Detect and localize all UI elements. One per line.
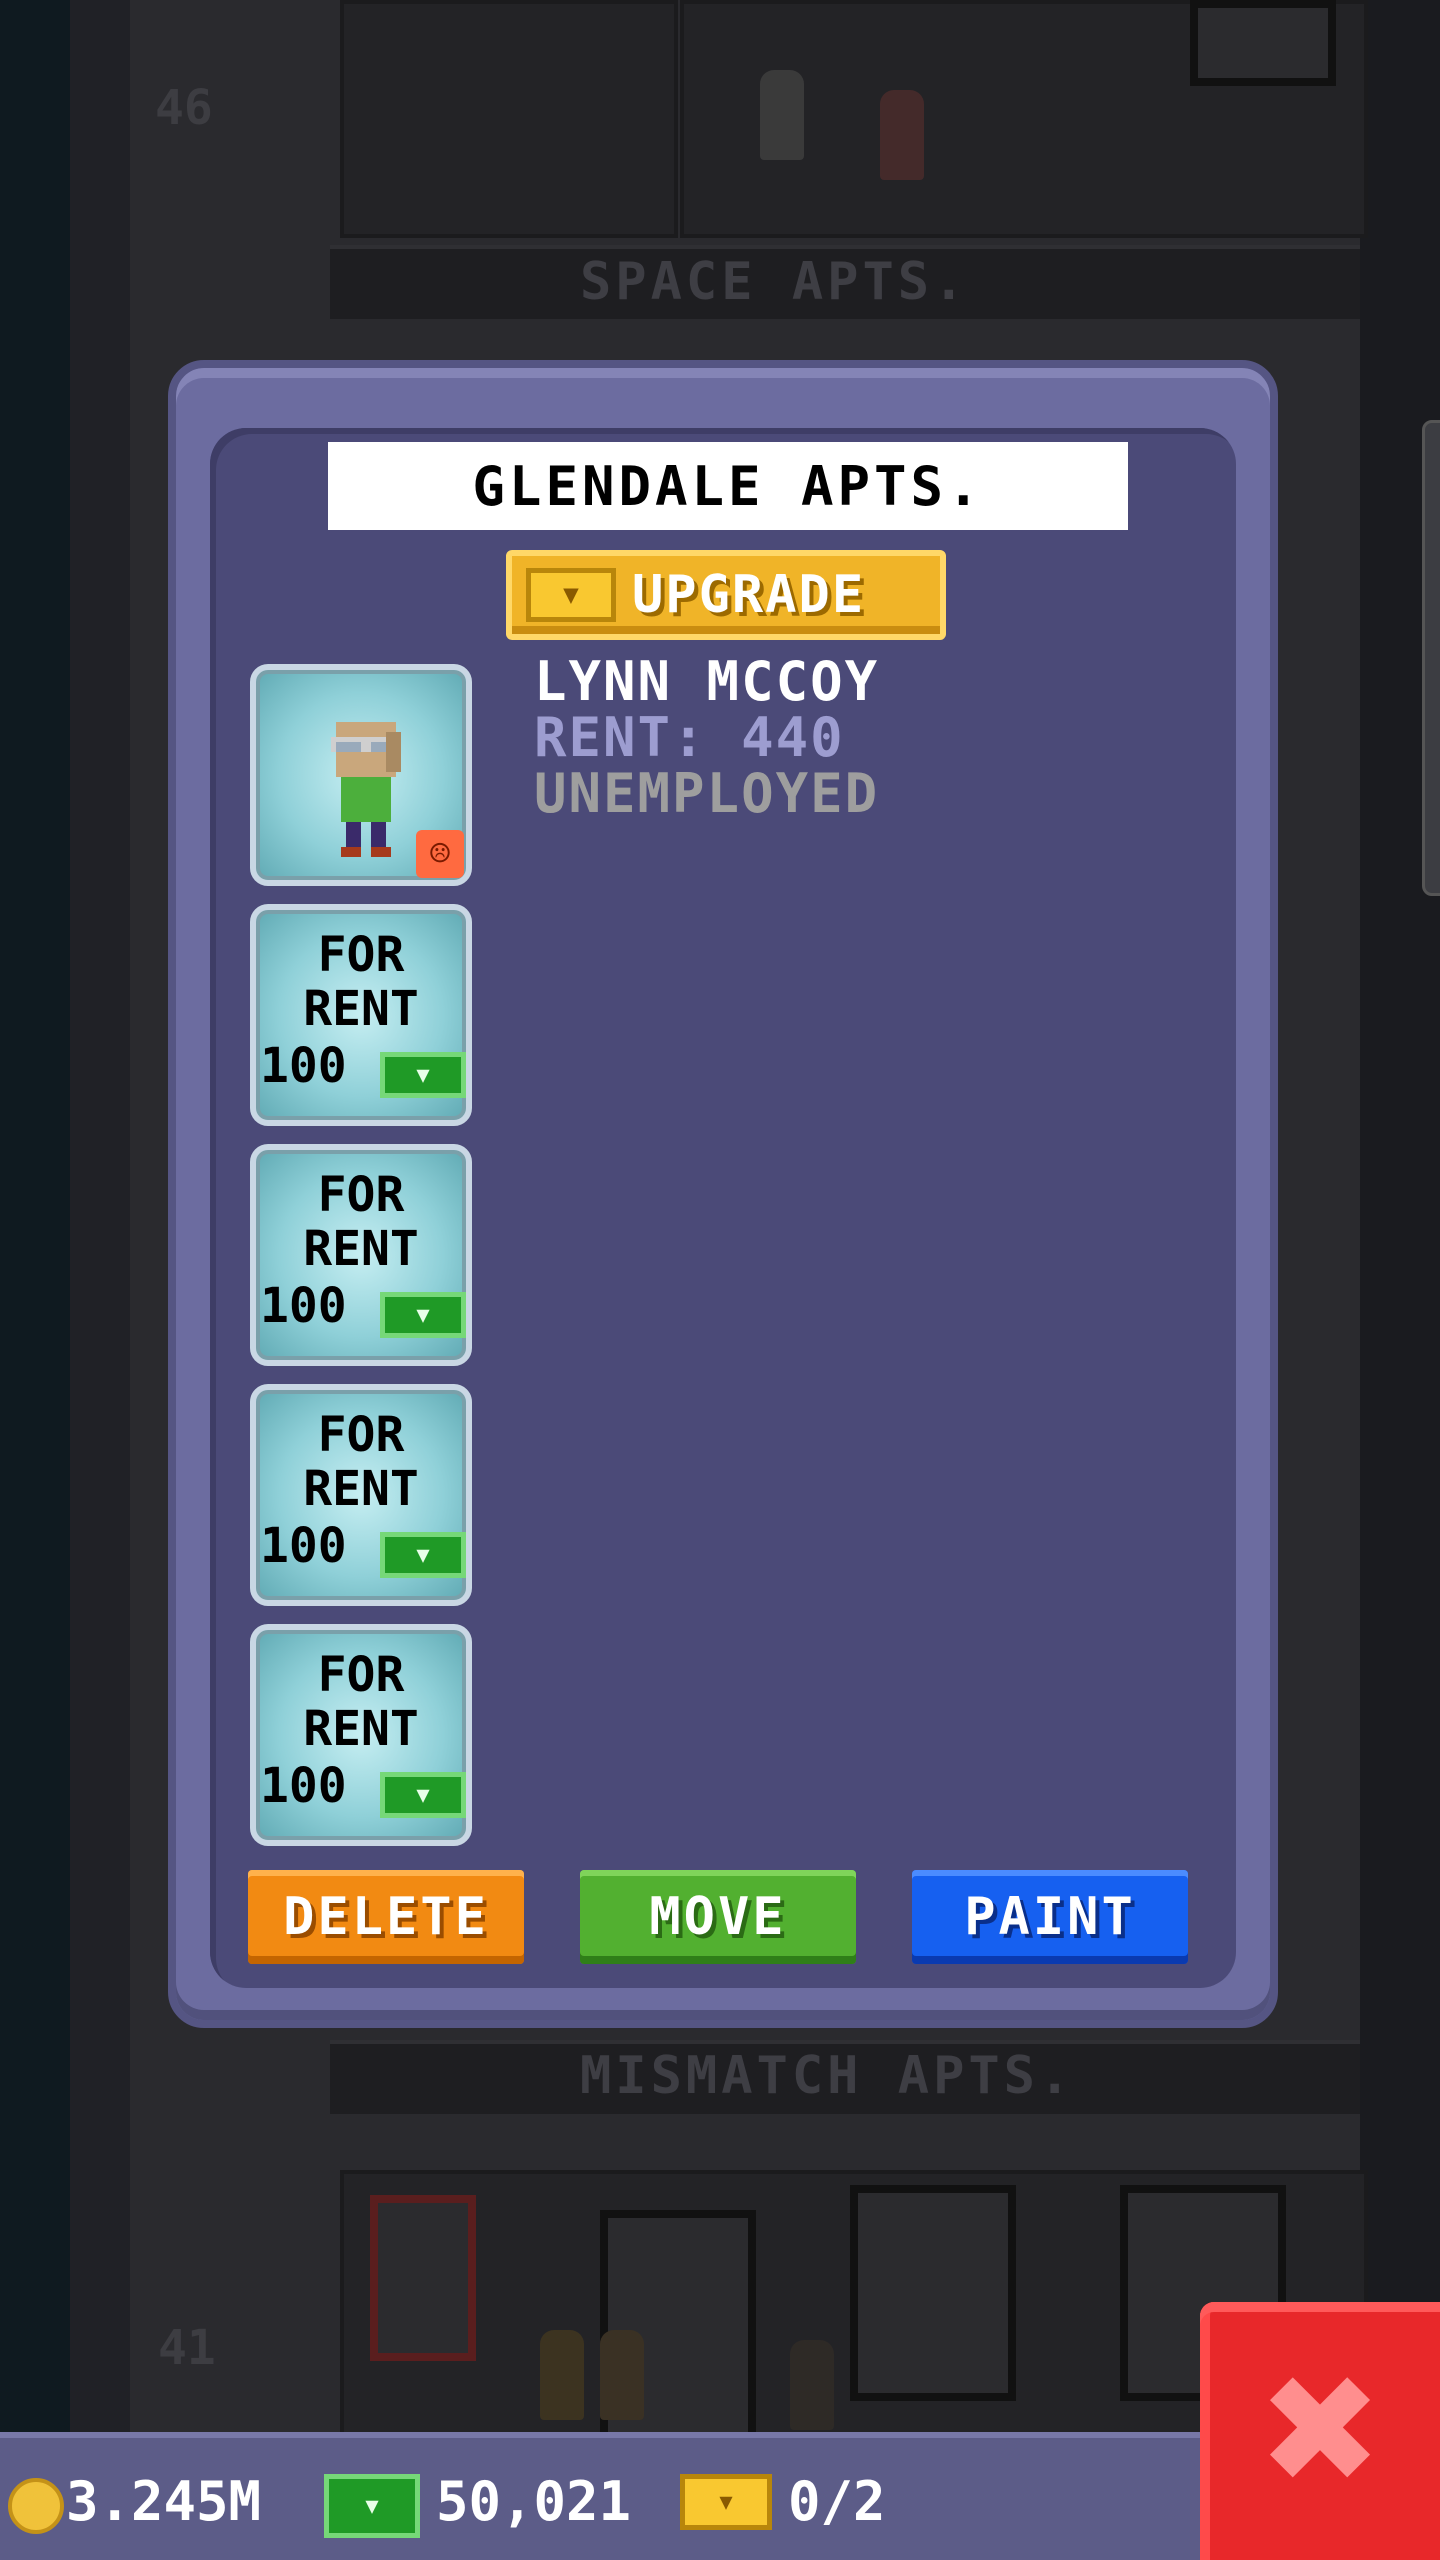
paint-button[interactable]: PAINT — [912, 1870, 1188, 1964]
wall-sign — [1190, 0, 1336, 86]
slot-line2: RENT — [303, 1701, 419, 1757]
window — [850, 2185, 1016, 2401]
delete-button[interactable]: DELETE — [248, 1870, 524, 1964]
tenant-name: LYNN MCCOY — [534, 650, 880, 713]
for-rent-slot[interactable]: FOR RENT 100 ▼ — [250, 1624, 472, 1846]
resident-figure — [540, 2330, 584, 2420]
cash-icon: ▼ — [380, 1772, 466, 1818]
bux-icon: ▼ — [526, 568, 616, 622]
cash-icon: ▼ — [380, 1532, 466, 1578]
tenant-slot[interactable]: ☹ — [250, 664, 472, 886]
wall-painting — [370, 2195, 476, 2361]
coin-icon — [8, 2478, 64, 2534]
slot-line1: FOR — [317, 1407, 405, 1463]
bux-icon: ▼ — [680, 2474, 772, 2530]
cash-icon: ▼ — [324, 2474, 420, 2538]
floor-number-bottom: 41 — [158, 2320, 216, 2376]
floor-title: GLENDALE APTS. — [328, 442, 1128, 530]
resident-figure — [600, 2330, 644, 2420]
slot-line2: RENT — [303, 1461, 419, 1517]
floor-dialog: GLENDALE APTS. ▼ UPGRADE ☹ LYNN MCCOY RE… — [168, 360, 1278, 2028]
for-rent-slot[interactable]: FOR RENT 100 ▼ — [250, 1384, 472, 1606]
slot-price: 100 — [260, 1278, 347, 1334]
coins-count: 3.245M — [66, 2470, 262, 2533]
close-button[interactable]: ✖ — [1200, 2302, 1440, 2560]
floor-label-bottom: MISMATCH APTS. — [580, 2046, 1075, 2106]
floor-number-top: 46 — [155, 80, 213, 136]
for-rent-slot[interactable]: FOR RENT 100 ▼ — [250, 1144, 472, 1366]
slot-line2: RENT — [303, 1221, 419, 1277]
scrollbar-thumb[interactable] — [1422, 420, 1440, 896]
room-dark — [340, 0, 678, 238]
for-rent-slot[interactable]: FOR RENT 100 ▼ — [250, 904, 472, 1126]
cash-count: 50,021 — [436, 2470, 632, 2533]
slot-line1: FOR — [317, 1167, 405, 1223]
floor-label-top: SPACE APTS. — [580, 252, 969, 312]
slot-price: 100 — [260, 1758, 347, 1814]
cash-icon: ▼ — [380, 1292, 466, 1338]
move-button[interactable]: MOVE — [580, 1870, 856, 1964]
slot-price: 100 — [260, 1518, 347, 1574]
tenant-avatar — [331, 722, 401, 857]
slot-price: 100 — [260, 1038, 347, 1094]
upgrade-button[interactable]: ▼ UPGRADE — [506, 550, 946, 640]
slot-line1: FOR — [317, 927, 405, 983]
slot-line1: FOR — [317, 1647, 405, 1703]
bux-count: 0/2 — [788, 2470, 886, 2533]
tenant-rent: RENT: 440 — [534, 706, 845, 769]
cash-icon: ▼ — [380, 1052, 466, 1098]
slot-line2: RENT — [303, 981, 419, 1037]
resident-figure — [880, 90, 924, 180]
tower-right-wall — [1360, 0, 1440, 2560]
upgrade-label: UPGRADE — [632, 565, 866, 625]
resident-figure — [760, 70, 804, 160]
resident-figure — [790, 2340, 834, 2430]
sky-strip — [0, 0, 70, 2560]
tenant-job: UNEMPLOYED — [534, 762, 880, 825]
close-icon: ✖ — [1257, 2344, 1383, 2518]
sad-face-icon: ☹ — [416, 830, 464, 878]
